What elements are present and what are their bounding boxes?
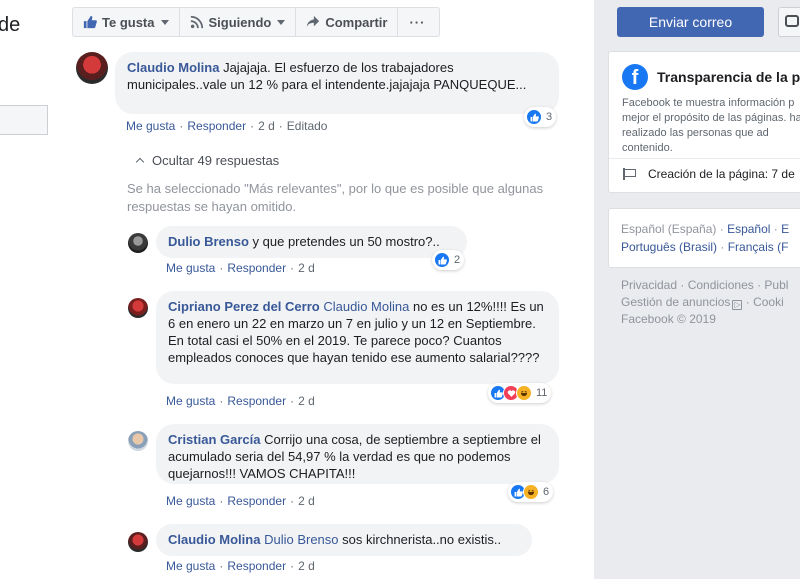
facebook-logo-icon: f bbox=[622, 64, 648, 90]
reaction-count: 3 bbox=[546, 111, 553, 123]
comment-bubble: Dulio Brenso y que pretendes un 50 mostr… bbox=[156, 226, 467, 258]
chevron-down-icon bbox=[160, 19, 169, 25]
divider bbox=[609, 158, 800, 159]
avatar[interactable] bbox=[128, 233, 148, 253]
copyright: Facebook © 2019 bbox=[621, 312, 716, 326]
comment-reply-link[interactable]: Responder bbox=[187, 119, 246, 133]
comment-author[interactable]: Claudio Molina bbox=[127, 60, 219, 75]
comment-actions: Me gusta · Responder · 2 d bbox=[166, 261, 315, 275]
hide-replies-toggle[interactable]: Ocultar 49 respuestas bbox=[135, 153, 280, 168]
follow-label: Siguiendo bbox=[208, 14, 272, 30]
hide-replies-label: Ocultar 49 respuestas bbox=[152, 153, 280, 168]
comment-author[interactable]: Dulio Brenso bbox=[168, 234, 249, 249]
comment-reply-link[interactable]: Responder bbox=[227, 494, 286, 508]
more-options-button[interactable]: ··· bbox=[398, 8, 436, 36]
send-email-button[interactable]: Enviar correo bbox=[617, 7, 764, 37]
like-button[interactable]: Te gusta bbox=[73, 8, 180, 36]
page-creation-row: Creación de la página: 7 de bbox=[622, 167, 795, 181]
comment-actions: Me gusta · Responder · 2 d · Editado bbox=[126, 119, 328, 133]
left-title: de bbox=[0, 14, 21, 36]
chevron-up-icon bbox=[135, 157, 145, 167]
comment-bubble: Claudio Molina Jajajaja. El esfuerzo de … bbox=[115, 52, 559, 114]
language-option[interactable]: Français (F bbox=[728, 240, 789, 254]
avatar[interactable] bbox=[128, 298, 148, 318]
current-language: Español (España) bbox=[621, 222, 717, 236]
comment-like-link[interactable]: Me gusta bbox=[166, 394, 215, 408]
footer-links: Privacidad · Condiciones · Publ Gestión … bbox=[621, 278, 789, 326]
reaction-summary[interactable]: 3 bbox=[524, 107, 557, 127]
comment-text: sos kirchnerista..no existis.. bbox=[342, 532, 502, 547]
comment-reply-link[interactable]: Responder bbox=[227, 559, 286, 573]
reaction-count: 11 bbox=[536, 387, 548, 399]
terms-link[interactable]: Condiciones bbox=[688, 278, 754, 292]
advertising-link[interactable]: Publ bbox=[764, 278, 788, 292]
comment-bubble: Cristian García Corrijo una cosa, de sep… bbox=[156, 424, 559, 484]
chat-icon bbox=[785, 15, 799, 27]
follow-button[interactable]: Siguiendo bbox=[180, 8, 297, 36]
comment-time[interactable]: 2 d bbox=[298, 559, 315, 573]
comment-like-link[interactable]: Me gusta bbox=[166, 494, 215, 508]
language-option[interactable]: E bbox=[781, 222, 789, 236]
flag-icon bbox=[622, 168, 636, 180]
cookies-link[interactable]: Cooki bbox=[753, 295, 784, 309]
comment-reply-link[interactable]: Responder bbox=[227, 394, 286, 408]
haha-reaction-icon bbox=[516, 385, 532, 401]
language-option[interactable]: Español bbox=[727, 222, 770, 236]
comment-reply-link[interactable]: Responder bbox=[227, 261, 286, 275]
transparency-title[interactable]: Transparencia de la p bbox=[657, 69, 800, 85]
transparency-description: Facebook te muestra información p mejor … bbox=[622, 97, 800, 154]
post-action-bar: Te gusta Siguiendo Compartir ··· bbox=[72, 7, 440, 37]
like-label: Te gusta bbox=[102, 14, 155, 30]
privacy-link[interactable]: Privacidad bbox=[621, 278, 677, 292]
share-arrow-icon bbox=[307, 15, 320, 28]
avatar[interactable] bbox=[128, 532, 148, 552]
comment-bubble: Cipriano Perez del Cerro Claudio Molina … bbox=[156, 291, 559, 384]
language-list: Español (España) · Español · E Português… bbox=[621, 222, 790, 254]
reaction-count: 2 bbox=[454, 254, 461, 266]
comment-actions: Me gusta · Responder · 2 d bbox=[166, 559, 315, 573]
left-search-field[interactable] bbox=[0, 105, 48, 135]
comment-like-link[interactable]: Me gusta bbox=[166, 261, 215, 275]
column-gap bbox=[594, 0, 608, 579]
page-creation-date: Creación de la página: 7 de bbox=[648, 167, 795, 181]
comment-time[interactable]: 2 d bbox=[298, 261, 315, 275]
messenger-button[interactable] bbox=[778, 7, 800, 37]
page-transparency-card: f Transparencia de la p Facebook te mues… bbox=[608, 51, 800, 193]
share-label: Compartir bbox=[325, 14, 388, 30]
comment-author[interactable]: Cipriano Perez del Cerro bbox=[168, 299, 320, 314]
rss-icon bbox=[190, 15, 203, 29]
avatar[interactable] bbox=[128, 431, 148, 451]
comment-author[interactable]: Claudio Molina bbox=[168, 532, 260, 547]
thumbs-up-icon bbox=[83, 15, 97, 29]
comment-author[interactable]: Cristian García bbox=[168, 432, 261, 447]
like-reaction-icon bbox=[434, 252, 450, 268]
comment-actions: Me gusta · Responder · 2 d bbox=[166, 494, 315, 508]
comment-mention[interactable]: Claudio Molina bbox=[323, 299, 409, 314]
avatar[interactable] bbox=[76, 52, 108, 84]
left-panel: de bbox=[0, 0, 62, 579]
reaction-summary[interactable]: 6 bbox=[508, 482, 554, 502]
reaction-count: 6 bbox=[543, 486, 550, 498]
comment-like-link[interactable]: Me gusta bbox=[126, 119, 175, 133]
share-button[interactable]: Compartir bbox=[296, 8, 399, 36]
comment-time[interactable]: 2 d bbox=[298, 394, 315, 408]
relevance-notice: Se ha seleccionado "Más relevantes", por… bbox=[127, 181, 544, 214]
comment-mention[interactable]: Dulio Brenso bbox=[264, 532, 338, 547]
comment-text: y que pretendes un 50 mostro?.. bbox=[252, 234, 440, 249]
comment-time[interactable]: 2 d bbox=[258, 119, 275, 133]
reaction-summary[interactable]: 2 bbox=[432, 250, 465, 270]
ad-choices-icon: ▷ bbox=[732, 300, 743, 310]
comment-like-link[interactable]: Me gusta bbox=[166, 559, 215, 573]
language-option[interactable]: Português (Brasil) bbox=[621, 240, 717, 254]
like-reaction-icon bbox=[526, 109, 542, 125]
comment-actions: Me gusta · Responder · 2 d bbox=[166, 394, 315, 408]
edited-label[interactable]: Editado bbox=[287, 119, 328, 133]
haha-reaction-icon bbox=[523, 484, 539, 500]
ad-choices-link[interactable]: Gestión de anuncios bbox=[621, 295, 730, 309]
comment-bubble: Claudio Molina Dulio Brenso sos kirchner… bbox=[156, 524, 532, 556]
reaction-summary[interactable]: 11 bbox=[488, 383, 552, 403]
comment-time[interactable]: 2 d bbox=[298, 494, 315, 508]
chevron-down-icon bbox=[277, 19, 286, 25]
